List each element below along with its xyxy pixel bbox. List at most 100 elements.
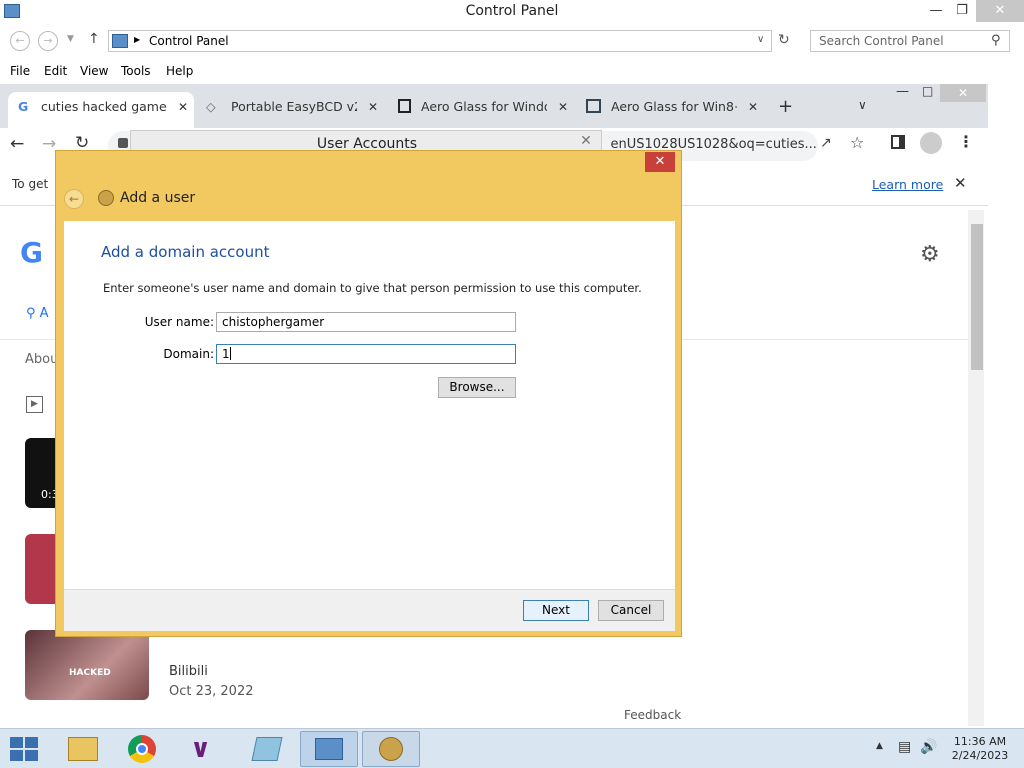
browse-button[interactable]: Browse... <box>438 377 516 398</box>
aero-glass-icon <box>398 99 411 113</box>
card-date: Oct 23, 2022 <box>169 684 254 699</box>
tab-close-icon[interactable]: ✕ <box>368 100 378 114</box>
dialog-instruction: Enter someone's user name and domain to … <box>103 281 642 295</box>
domain-label: Domain: <box>163 347 214 361</box>
clock-date: 2/24/2023 <box>951 749 1009 762</box>
clock-time: 11:36 AM <box>953 735 1007 748</box>
tab-label: Aero Glass for Win8+ <box>611 99 737 114</box>
username-label: User name: <box>144 315 214 329</box>
about-results-text: Abou <box>25 352 59 367</box>
username-input[interactable]: chistophergamer <box>216 312 516 332</box>
users-icon <box>98 190 114 206</box>
forward-arrow-icon[interactable]: → <box>38 31 58 51</box>
profile-avatar[interactable] <box>920 132 942 154</box>
card-source: Bilibili <box>169 664 208 679</box>
menu-bar: File Edit View Tools Help <box>0 60 1024 82</box>
tab-close-icon[interactable]: ✕ <box>558 100 568 114</box>
tab-close-icon[interactable]: ✕ <box>748 100 758 114</box>
tab-label: Aero Glass for Windows <box>421 99 547 114</box>
info-bar-close-icon[interactable]: ✕ <box>954 174 967 192</box>
tab-all[interactable]: ⚲ A <box>26 306 49 321</box>
easybcd-icon: ◇ <box>206 99 216 114</box>
control-panel-titlebar: Control Panel — ❐ ✕ <box>0 0 1024 26</box>
chrome-minimize-icon[interactable]: — <box>896 84 909 99</box>
menu-file[interactable]: File <box>10 64 30 78</box>
text-cursor <box>229 347 231 360</box>
file-explorer-icon[interactable] <box>54 731 112 767</box>
tab-search-chevron-icon[interactable]: ∨ <box>858 98 867 112</box>
taskbar-clock[interactable]: 11:36 AM 2/24/2023 <box>940 735 1020 763</box>
tab-close-icon[interactable]: ✕ <box>178 100 188 114</box>
feedback-link[interactable]: Feedback <box>624 708 681 722</box>
control-panel-address-bar: ← → ▼ ↑ ▶ Control Panel ∨ ↻ Search Contr… <box>0 27 1024 57</box>
video-thumbnail-3[interactable]: HACKED <box>25 630 149 700</box>
volume-icon[interactable]: 🔊 <box>920 739 937 755</box>
video-play-icon: ▶ <box>26 396 43 413</box>
chrome-icon[interactable] <box>114 731 172 767</box>
cancel-button[interactable]: Cancel <box>598 600 664 621</box>
breadcrumb-control-panel[interactable]: Control Panel <box>149 34 229 48</box>
notepad-icon[interactable] <box>238 731 296 767</box>
tab-cuties-hacked[interactable]: G cuties hacked gameplay ✕ <box>8 92 194 128</box>
back-arrow-icon[interactable]: ← <box>10 31 30 51</box>
chrome-close-icon[interactable]: ✕ <box>940 84 986 102</box>
menu-help[interactable]: Help <box>166 64 193 78</box>
hacked-badge: HACKED <box>69 668 111 678</box>
network-icon[interactable]: ▤ <box>898 739 911 755</box>
learn-more-link[interactable]: Learn more <box>872 177 943 192</box>
control-panel-taskbar-icon[interactable] <box>300 731 358 767</box>
next-button[interactable]: Next <box>523 600 589 621</box>
recent-pages-chevron-icon[interactable]: ▼ <box>67 34 74 44</box>
tab-all-label: A <box>39 306 49 321</box>
tab-aero-glass-windows[interactable]: Aero Glass for Windows ✕ <box>388 92 574 128</box>
breadcrumb-chevron-icon: ▶ <box>134 35 141 44</box>
settings-gear-icon[interactable]: ⚙ <box>920 242 940 267</box>
video-thumbnail-2[interactable] <box>25 534 55 604</box>
chrome-back-icon[interactable]: ← <box>10 134 24 154</box>
dialog-footer: Next Cancel <box>64 589 675 631</box>
chrome-maximize-icon[interactable]: □ <box>922 84 933 98</box>
refresh-icon[interactable]: ↻ <box>778 32 790 48</box>
video-thumbnail-1[interactable]: 0:3 <box>25 438 59 508</box>
lock-icon <box>118 138 128 148</box>
dialog-header-title: Add a user <box>120 190 196 206</box>
user-accounts-taskbar-icon[interactable] <box>362 731 420 767</box>
chrome-menu-icon[interactable]: ⋮ <box>958 132 974 151</box>
domain-value: 1 <box>222 347 230 361</box>
menu-view[interactable]: View <box>80 64 108 78</box>
window-title: Control Panel <box>465 3 559 19</box>
new-tab-plus-icon[interactable]: + <box>778 96 793 117</box>
add-user-dialog: ✕ ← Add a user Add a domain account Ente… <box>55 150 682 637</box>
tab-aero-glass-win8[interactable]: Aero Glass for Win8+ ✕ <box>578 92 764 128</box>
domain-input[interactable]: 1 <box>216 344 516 364</box>
dialog-back-icon[interactable]: ← <box>64 189 84 209</box>
search-placeholder: Search Control Panel <box>819 34 944 48</box>
tray-overflow-icon[interactable]: ▲ <box>876 741 883 751</box>
dialog-header: ← Add a user <box>64 187 364 211</box>
control-panel-search-input[interactable]: Search Control Panel ⚲ <box>810 30 1010 52</box>
up-arrow-icon[interactable]: ↑ <box>88 31 100 47</box>
maximize-button[interactable]: ❐ <box>946 0 978 22</box>
visual-studio-icon[interactable]: ∨ <box>176 731 234 767</box>
aero-glass-win8-icon <box>586 99 601 113</box>
search-icon: ⚲ <box>991 33 1001 48</box>
info-bar-text: To get <box>12 177 49 191</box>
share-icon[interactable]: ↗ <box>820 135 832 151</box>
page-scrollbar-thumb[interactable] <box>971 224 983 370</box>
address-box[interactable]: ▶ Control Panel ∨ <box>108 30 772 52</box>
bookmark-star-icon[interactable]: ☆ <box>850 133 864 152</box>
tab-easybcd[interactable]: ◇ Portable EasyBCD v2.4.0 ✕ <box>198 92 384 128</box>
dialog-body: Add a domain account Enter someone's use… <box>64 221 675 589</box>
google-icon: G <box>18 99 29 114</box>
side-panel-icon[interactable] <box>891 135 905 149</box>
google-logo: G <box>20 236 43 269</box>
tab-label: cuties hacked gameplay <box>41 99 167 114</box>
taskbar: ∨ ▲ ▤ 🔊 11:36 AM 2/24/2023 <box>0 728 1024 768</box>
dialog-close-button[interactable]: ✕ <box>645 152 675 172</box>
start-windows-icon[interactable] <box>10 737 38 761</box>
close-button[interactable]: ✕ <box>976 0 1024 22</box>
address-dropdown-icon[interactable]: ∨ <box>757 34 764 45</box>
menu-tools[interactable]: Tools <box>121 64 151 78</box>
menu-edit[interactable]: Edit <box>44 64 67 78</box>
control-panel-icon <box>112 34 128 48</box>
